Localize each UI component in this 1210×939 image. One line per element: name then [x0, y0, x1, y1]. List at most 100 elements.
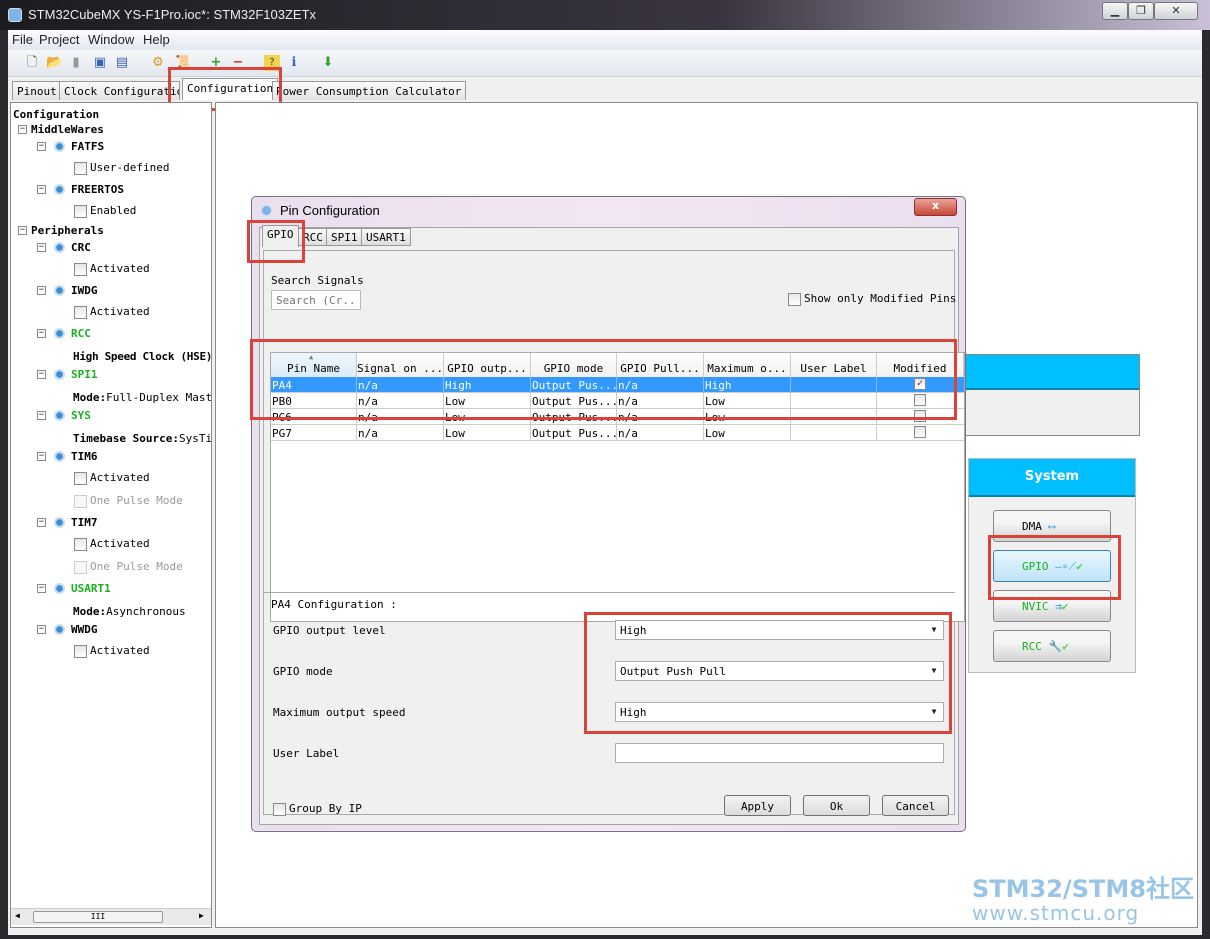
chevron-down-icon[interactable]: ▼ [927, 706, 941, 718]
ok-button[interactable]: Ok [803, 795, 870, 816]
tree-option[interactable]: Activated [74, 537, 150, 551]
menu-project[interactable]: Project [39, 32, 79, 47]
chevron-down-icon[interactable]: ▼ [927, 665, 941, 677]
field-dropdown[interactable]: Output Push Pull ▼ [615, 661, 944, 681]
copy-icon[interactable]: ▮ [68, 55, 84, 71]
table-row[interactable]: PG6 n/a Low Output Pus... n/a Low [271, 409, 964, 425]
checkbox[interactable] [74, 305, 87, 319]
collapse-icon[interactable]: − [18, 125, 27, 134]
checkbox[interactable] [74, 560, 87, 574]
report-icon[interactable]: 📜 [175, 55, 191, 71]
tree-peripheral[interactable]: TIM7 [71, 516, 98, 529]
tab-pinout[interactable]: Pinout [12, 81, 62, 100]
generate-code-icon[interactable]: ⚙ [150, 55, 166, 71]
collapse-icon[interactable]: − [37, 452, 46, 461]
tree-peripheral[interactable]: TIM6 [71, 450, 98, 463]
tree-peripheral[interactable]: USART1 [71, 582, 111, 595]
search-input[interactable] [271, 290, 361, 310]
modified-checkbox[interactable] [914, 394, 926, 406]
gpio-button[interactable]: GPIO —∘⟋✔ [993, 550, 1111, 582]
scroll-left-icon[interactable]: ◀ [15, 911, 20, 920]
checkbox[interactable] [74, 262, 87, 276]
user-label-input[interactable] [615, 743, 944, 763]
tree-peripheral[interactable]: FATFS [71, 140, 104, 153]
tree-option[interactable]: One Pulse Mode [74, 560, 183, 574]
tree-option[interactable]: User-defined [74, 161, 169, 175]
column-header[interactable]: GPIO Pull... [617, 353, 704, 377]
modified-checkbox[interactable] [914, 410, 926, 422]
checkbox[interactable] [74, 494, 87, 508]
table-row[interactable]: PB0 n/a Low Output Pus... n/a Low [271, 393, 964, 409]
collapse-icon[interactable]: − [37, 584, 46, 593]
collapse-icon[interactable]: − [37, 518, 46, 527]
tree-option[interactable]: Enabled [74, 204, 136, 218]
collapse-icon[interactable]: − [37, 142, 46, 151]
menu-help[interactable]: Help [143, 32, 170, 47]
collapse-icon[interactable]: − [37, 329, 46, 338]
checkbox[interactable] [74, 471, 87, 485]
field-dropdown[interactable]: High ▼ [615, 702, 944, 722]
tree-option[interactable]: One Pulse Mode [74, 494, 183, 508]
column-header[interactable]: Modified [877, 353, 964, 377]
collapse-icon[interactable]: − [37, 625, 46, 634]
dialog-tab-rcc[interactable]: RCC [298, 228, 328, 246]
minimize-button[interactable]: ▁ [1102, 2, 1128, 20]
tree-category[interactable]: MiddleWares [31, 123, 104, 136]
tree-option[interactable]: Activated [74, 471, 150, 485]
close-button[interactable]: ✕ [1154, 2, 1198, 20]
scroll-right-icon[interactable]: ▶ [199, 911, 204, 920]
modified-checkbox[interactable]: ✓ [914, 378, 926, 390]
checkbox[interactable] [74, 537, 87, 551]
column-header[interactable]: GPIO outp... [444, 353, 531, 377]
tree-option[interactable]: Activated [74, 262, 150, 276]
column-header[interactable]: Pin Name [271, 353, 357, 377]
collapse-icon[interactable]: − [37, 286, 46, 295]
new-project-icon[interactable]: 🗋 [24, 55, 40, 71]
apply-button[interactable]: Apply [724, 795, 791, 816]
tree-option[interactable]: Activated [74, 305, 150, 319]
tree-peripheral[interactable]: SYS [71, 409, 91, 422]
dialog-tab-usart1[interactable]: USART1 [361, 228, 411, 246]
column-header[interactable]: User Label [791, 353, 877, 377]
collapse-icon[interactable]: − [37, 411, 46, 420]
show-modified-checkbox[interactable]: Show only Modified Pins [788, 292, 956, 306]
maximize-button[interactable]: ❐ [1128, 2, 1154, 20]
about-icon[interactable]: ℹ [286, 55, 302, 71]
collapse-icon[interactable]: − [18, 226, 27, 235]
save-icon[interactable]: ▣ [92, 55, 108, 71]
dma-button[interactable]: DMA ⟷ [993, 510, 1111, 542]
column-header[interactable]: Maximum o... [704, 353, 791, 377]
tree-peripheral[interactable]: CRC [71, 241, 91, 254]
tree-peripheral[interactable]: RCC [71, 327, 91, 340]
group-by-ip-checkbox[interactable]: Group By IP [273, 802, 362, 816]
tree-setting[interactable]: Timebase Source:SysTick [73, 432, 211, 445]
scrollbar-thumb[interactable]: III [33, 911, 163, 923]
column-header[interactable]: Signal on ... [357, 353, 444, 377]
checkbox[interactable] [74, 204, 87, 218]
tree-peripheral[interactable]: FREERTOS [71, 183, 124, 196]
dialog-close-button[interactable]: x [914, 198, 957, 216]
tree-setting[interactable]: Mode:Asynchronous [73, 605, 186, 618]
dialog-tab-gpio[interactable]: GPIO [262, 225, 299, 247]
tree-peripheral[interactable]: SPI1 [71, 368, 98, 381]
tree-horizontal-scrollbar[interactable]: ◀ III ▶ [11, 908, 211, 925]
table-row[interactable]: PG7 n/a Low Output Pus... n/a Low [271, 425, 964, 441]
tree-peripheral[interactable]: WWDG [71, 623, 98, 636]
checkbox[interactable] [273, 802, 286, 816]
dialog-tab-spi1[interactable]: SPI1 [326, 228, 363, 246]
menu-window[interactable]: Window [88, 32, 134, 47]
download-icon[interactable]: ⬇ [320, 55, 336, 71]
tab-clock-configuration[interactable]: Clock Configuration [59, 81, 180, 100]
cancel-button[interactable]: Cancel [882, 795, 949, 816]
rcc-button[interactable]: RCC 🔧✔ [993, 630, 1111, 662]
tab-configuration[interactable]: Configuration [182, 78, 279, 100]
collapse-icon[interactable]: − [37, 185, 46, 194]
checkbox[interactable] [74, 161, 87, 175]
open-icon[interactable]: 📂 [46, 55, 62, 71]
zoom-out-icon[interactable]: − [230, 55, 246, 71]
table-row[interactable]: PA4 n/a High Output Pus... n/a High ✓ [271, 377, 964, 393]
help-icon[interactable]: ? [264, 55, 280, 71]
save-as-icon[interactable]: ▤ [114, 55, 130, 71]
tree-setting[interactable]: High Speed Clock (HSE) [73, 350, 211, 363]
tab-power-consumption[interactable]: Power Consumption Calculator [272, 81, 467, 100]
